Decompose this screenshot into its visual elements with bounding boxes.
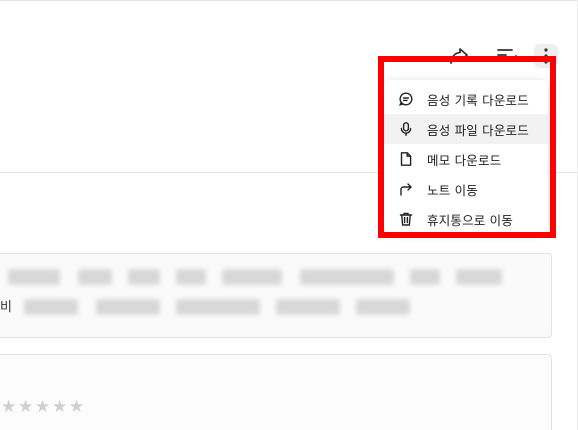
blurred-text	[78, 269, 112, 285]
blurred-text	[128, 269, 160, 285]
blurred-text	[176, 299, 260, 315]
feedback-card	[0, 354, 552, 430]
menu-item-label: 음성 기록 다운로드	[427, 92, 529, 108]
top-border	[0, 0, 578, 1]
summary-edge-text: 비	[0, 300, 12, 315]
file-icon	[398, 151, 414, 167]
star-2[interactable]: ★	[18, 398, 35, 416]
microphone-icon	[398, 121, 414, 137]
blurred-text	[456, 269, 502, 285]
menu-item-label: 노트 이동	[427, 182, 478, 198]
menu-item-label: 음성 파일 다운로드	[427, 122, 529, 138]
share-icon[interactable]	[447, 44, 471, 68]
blurred-text	[24, 299, 78, 315]
blurred-text	[410, 269, 440, 285]
star-4[interactable]: ★	[52, 398, 69, 416]
blurred-text	[222, 269, 282, 285]
summary-icon[interactable]	[495, 44, 519, 68]
transcript-icon	[398, 91, 414, 107]
blurred-text	[96, 299, 160, 315]
menu-item-download-audio[interactable]: 음성 파일 다운로드	[384, 114, 548, 144]
blurred-text	[8, 269, 60, 285]
menu-item-download-transcript[interactable]: 음성 기록 다운로드	[384, 84, 548, 114]
blurred-text	[356, 299, 410, 315]
trash-icon	[398, 211, 414, 227]
rating-stars[interactable]: ★ ★ ★ ★ ★	[1, 398, 86, 416]
star-5[interactable]: ★	[69, 398, 86, 416]
more-vertical-icon[interactable]	[534, 44, 558, 68]
more-options-menu: 음성 기록 다운로드 음성 파일 다운로드 메모 다운로드 노트 이동 휴지통으…	[384, 80, 548, 232]
summary-card	[0, 253, 552, 338]
menu-item-download-memo[interactable]: 메모 다운로드	[384, 144, 548, 174]
forward-arrow-icon	[398, 181, 414, 197]
menu-item-label: 메모 다운로드	[427, 152, 502, 168]
menu-item-label: 휴지통으로 이동	[427, 212, 514, 228]
note-page: 비 ★ ★ ★ ★ ★ 음성 기록 다운로드 음성 파일 다운로드 메모 다운로…	[0, 0, 578, 430]
blurred-text	[300, 269, 394, 285]
blurred-text	[176, 269, 206, 285]
menu-item-move-to-trash[interactable]: 휴지통으로 이동	[384, 204, 548, 234]
star-1[interactable]: ★	[1, 398, 18, 416]
menu-item-move-note[interactable]: 노트 이동	[384, 174, 548, 204]
blurred-text	[276, 299, 340, 315]
star-3[interactable]: ★	[35, 398, 52, 416]
